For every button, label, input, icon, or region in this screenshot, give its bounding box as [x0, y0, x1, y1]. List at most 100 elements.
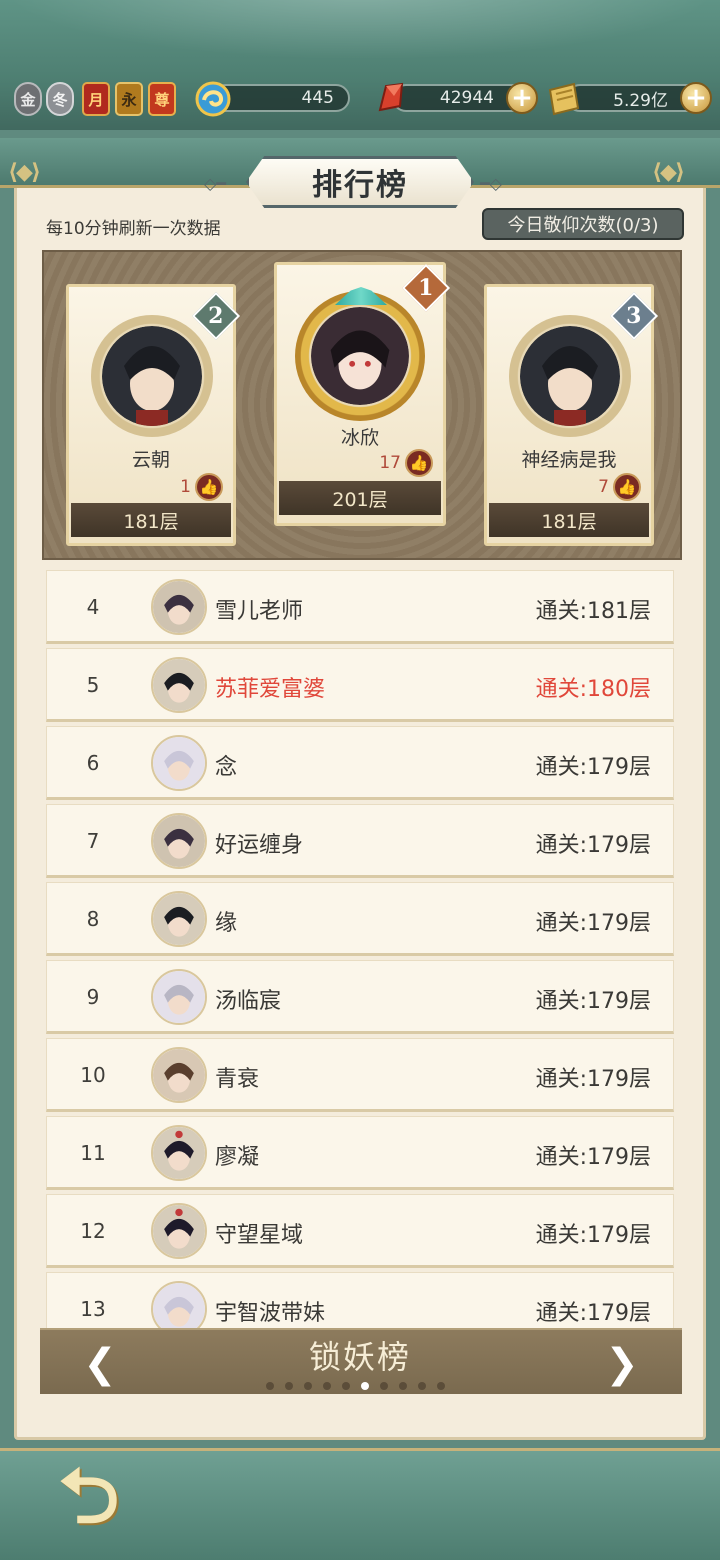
page-dot [266, 1382, 274, 1390]
vip-badge-1[interactable]: 金 [14, 82, 42, 116]
avatar [151, 1125, 207, 1181]
table-row[interactable]: 11 廖凝 通关:179层 [46, 1116, 674, 1190]
vip-badge-2[interactable]: 冬 [46, 82, 74, 116]
avatar [151, 1281, 207, 1328]
podium-card-rank-2[interactable]: 2 云朝 1 👍 181层 [66, 284, 241, 546]
right-ornament-icon: ⟨◆⟩ [652, 160, 685, 185]
like-counter[interactable]: 17 👍 [379, 449, 433, 477]
like-count: 7 [598, 477, 609, 497]
player-name: 青衰 [215, 1067, 260, 1092]
add-crystal-button[interactable]: + [506, 82, 538, 114]
worship-count-button[interactable]: 今日敬仰次数(0/3) [482, 208, 684, 240]
page-title: 排行榜 [246, 156, 474, 208]
player-name: 念 [215, 755, 238, 780]
row-rank: 7 [86, 829, 100, 853]
row-rank: 13 [80, 1297, 106, 1321]
floor-label: 201层 [279, 481, 441, 515]
player-name: 苏菲爱富婆 [215, 677, 326, 702]
rank-badge-1: 1 [401, 263, 451, 313]
avatar-portrait [311, 307, 409, 405]
page-dot [285, 1382, 293, 1390]
rank-badge-2: 2 [191, 291, 241, 341]
table-row-self[interactable]: 5 苏菲爱富婆 通关:180层 [46, 648, 674, 722]
avatar-portrait [102, 326, 202, 426]
podium-name: 云朝 [131, 449, 170, 471]
left-ornament-icon: ⟨◆⟩ [8, 160, 41, 185]
prev-board-arrow-icon[interactable]: ❮ [78, 1341, 122, 1387]
table-row[interactable]: 10 青衰 通关:179层 [46, 1038, 674, 1112]
gold-value: 5.29亿 [613, 90, 668, 111]
player-score: 通关:179层 [535, 833, 651, 858]
table-row[interactable]: 6 念 通关:179层 [46, 726, 674, 800]
page-dot [304, 1382, 312, 1390]
avatar [91, 315, 213, 437]
player-name: 好运缠身 [215, 833, 304, 858]
like-counter[interactable]: 1 👍 [180, 473, 223, 501]
player-name: 宇智波带妹 [215, 1301, 326, 1326]
row-rank: 12 [80, 1219, 106, 1243]
row-rank: 6 [86, 751, 100, 775]
player-name: 雪儿老师 [215, 599, 304, 624]
player-score: 通关:179层 [535, 1223, 651, 1248]
avatar [151, 1203, 207, 1259]
player-name: 廖凝 [215, 1145, 260, 1170]
table-row[interactable]: 9 汤临宸 通关:179层 [46, 960, 674, 1034]
table-row[interactable]: 13 宇智波带妹 通关:179层 [46, 1272, 674, 1328]
player-name: 缘 [215, 911, 238, 936]
jade-value: 445 [301, 88, 334, 108]
page-indicator [266, 1382, 445, 1390]
avatar [295, 291, 425, 421]
podium-name: 神经病是我 [521, 449, 617, 471]
table-row[interactable]: 12 守望星域 通关:179层 [46, 1194, 674, 1268]
ranking-list[interactable]: 4 雪儿老师 通关:181层 5 苏菲爱富婆 通关:180层 6 念 通关:17… [40, 568, 682, 1328]
title-wing-left-icon: ◇━ [204, 174, 226, 193]
player-score: 通关:179层 [535, 911, 651, 936]
podium-name: 冰欣 [340, 427, 379, 449]
player-score: 通关:181层 [535, 599, 651, 624]
player-score: 通关:179层 [535, 755, 651, 780]
table-row[interactable]: 7 好运缠身 通关:179层 [46, 804, 674, 878]
avatar [151, 813, 207, 869]
floor-label: 181层 [489, 503, 649, 537]
avatar [151, 891, 207, 947]
row-rank: 9 [86, 985, 100, 1009]
avatar [509, 315, 631, 437]
vip-badge-4[interactable]: 永 [115, 82, 143, 116]
page-dot [437, 1382, 445, 1390]
page-dot [342, 1382, 350, 1390]
podium-card-rank-3[interactable]: 3 神经病是我 7 👍 181层 [484, 284, 659, 546]
red-crystal-icon [378, 82, 404, 112]
page-dot [399, 1382, 407, 1390]
like-count: 1 [180, 477, 191, 497]
avatar [151, 657, 207, 713]
avatar [151, 579, 207, 635]
row-rank: 10 [80, 1063, 106, 1087]
title-wing-right-icon: ━◇ [480, 174, 502, 193]
page-dot [323, 1382, 331, 1390]
table-row[interactable]: 8 缘 通关:179层 [46, 882, 674, 956]
player-score: 通关:180层 [535, 677, 651, 702]
avatar [151, 735, 207, 791]
podium-card-rank-1[interactable]: 1 冰欣 17 👍 201层 [274, 262, 451, 526]
avatar [151, 969, 207, 1025]
like-count: 17 [379, 453, 401, 473]
refresh-note: 每10分钟刷新一次数据 [46, 219, 221, 239]
like-counter[interactable]: 7 👍 [598, 473, 641, 501]
vip-badge-3[interactable]: 月 [82, 82, 110, 116]
table-row[interactable]: 4 雪儿老师 通关:181层 [46, 570, 674, 644]
avatar [151, 1047, 207, 1103]
row-rank: 5 [86, 673, 100, 697]
player-score: 通关:179层 [535, 1067, 651, 1092]
page-dot-active [361, 1382, 369, 1390]
add-gold-button[interactable]: + [680, 82, 712, 114]
back-arrow-icon[interactable]: ⮌ [24, 1451, 154, 1548]
jade-counter: 445 [212, 84, 350, 112]
vip-badge-5[interactable]: 尊 [148, 82, 176, 116]
gold-scroll-icon [548, 82, 580, 116]
player-score: 通关:179层 [535, 1301, 651, 1326]
thumbs-up-icon: 👍 [195, 473, 223, 501]
player-name: 汤临宸 [215, 989, 282, 1014]
player-score: 通关:179层 [535, 1145, 651, 1170]
next-board-arrow-icon[interactable]: ❯ [600, 1341, 644, 1387]
floor-label: 181层 [71, 503, 231, 537]
